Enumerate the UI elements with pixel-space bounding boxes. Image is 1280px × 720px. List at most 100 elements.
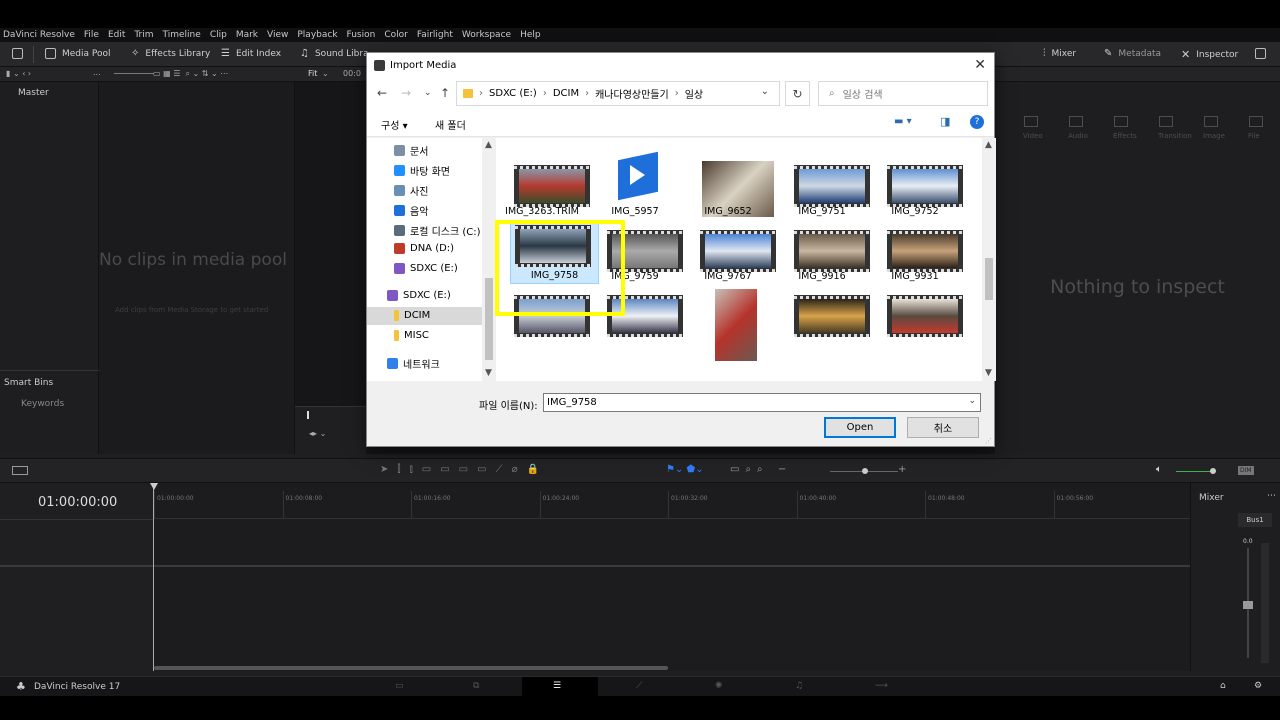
file-tile[interactable] (682, 271, 774, 361)
help-icon[interactable]: ? (970, 115, 984, 129)
menu-3[interactable]: Trim (134, 30, 153, 40)
color-page-icon[interactable]: ✺ (715, 681, 723, 691)
nav-item-network-icon[interactable]: 네트워크 (387, 356, 440, 371)
master-bin[interactable]: Master (18, 88, 49, 98)
sound-library-button[interactable]: ♫ Sound Libra (300, 48, 369, 59)
refresh-icon[interactable]: ↻ (785, 81, 810, 106)
metadata-button[interactable]: ✎ Metadata (1104, 48, 1161, 59)
speaker-icon[interactable]: 🔈︎ (1156, 464, 1162, 475)
timeline[interactable]: 01:00:00:00 01:00:00:00 01:00:08:00 01:00:… (0, 483, 1190, 671)
preview-pane-icon[interactable]: ◨ (940, 115, 950, 128)
edit-index-button[interactable]: ☰ Edit Index (221, 48, 281, 59)
menu-1[interactable]: File (84, 30, 99, 40)
nav-item-document-icon[interactable]: 문서 (394, 143, 428, 158)
dim-button[interactable]: DIM (1238, 466, 1254, 475)
cut-page-icon[interactable]: ⧉ (473, 681, 479, 691)
playhead[interactable] (153, 483, 154, 671)
zoom-slider-knob[interactable] (862, 468, 868, 474)
edit-tools-icons[interactable]: ➤⫿⫾▭▭▭▭⟋⌀🔒 (380, 464, 548, 475)
cancel-button[interactable]: 취소 (907, 417, 979, 438)
new-folder-button[interactable]: 새 폴더 (435, 117, 466, 132)
breadcrumb-item[interactable]: 일상 (685, 86, 703, 101)
menu-13[interactable]: Help (520, 30, 541, 40)
filename-input[interactable]: IMG_9758 ⌄ (543, 393, 981, 412)
gear-icon[interactable]: ⚙ (1254, 681, 1262, 691)
breadcrumb-item[interactable]: DCIM (553, 88, 579, 99)
menu-9[interactable]: Fusion (347, 30, 376, 40)
files-scroll-thumb[interactable] (985, 258, 993, 300)
close-icon[interactable]: ✕ (974, 57, 986, 73)
deliver-page-icon[interactable]: ⟶ (875, 681, 888, 691)
breadcrumb-item[interactable]: 캐나다영상만들기 (595, 86, 669, 101)
menu-8[interactable]: Playback (297, 30, 337, 40)
toggle-right-panel[interactable] (1255, 48, 1266, 59)
breadcrumb-item[interactable]: SDXC (E:) (489, 88, 537, 99)
zoom-slider[interactable] (114, 73, 154, 74)
menu-4[interactable]: Timeline (163, 30, 201, 40)
inspector-tab-icon[interactable] (1249, 116, 1263, 127)
keywords-bin[interactable]: Keywords (21, 399, 64, 409)
fusion-page-icon[interactable]: ⟋ (636, 681, 642, 691)
view-options-icon[interactable]: ▬ ▾ (894, 116, 912, 127)
forward-arrow-icon[interactable]: → (401, 86, 411, 100)
nav-item-desktop-icon[interactable]: 바탕 화면 (394, 163, 450, 178)
resize-grip-icon[interactable]: ⋰ (985, 437, 992, 445)
view-icons[interactable]: ▮ ⌄ ‹ › (6, 69, 31, 78)
nav-item-disk-icon[interactable]: 로컬 디스크 (C:) (394, 223, 481, 238)
fader-knob[interactable] (1243, 601, 1253, 609)
volume-knob[interactable] (1210, 468, 1216, 474)
edit-page-icon[interactable]: ☰ (553, 681, 561, 691)
chevron-down-icon[interactable]: ⌄ (322, 69, 329, 78)
nav-item-pictures-icon[interactable]: 사진 (394, 183, 428, 198)
inspector-tab-effects[interactable]: Effects (1113, 132, 1137, 140)
home-icon[interactable]: ⌂ (1220, 681, 1226, 691)
media-page-icon[interactable]: ▭ (395, 681, 404, 691)
playhead-handle[interactable] (150, 483, 158, 490)
nav-item-sdcard-icon[interactable]: SDXC (E:) (387, 290, 451, 301)
open-button[interactable]: Open (824, 417, 896, 438)
inspector-button[interactable]: ✕ Inspector (1181, 48, 1238, 61)
file-tile[interactable] (869, 271, 963, 349)
breadcrumb-chevron-icon[interactable]: › (543, 88, 547, 99)
flag-icon[interactable]: ⚑⌄ ⬟⌄ (666, 464, 704, 475)
menu-2[interactable]: Edit (108, 30, 125, 40)
search-input[interactable]: ⌕ 일상 검색 (818, 81, 988, 106)
zoom-icons[interactable]: ▭⌕⌕ − (730, 464, 792, 475)
mixer-button[interactable]: ⫶ Mixer (1043, 48, 1076, 59)
media-pool-area[interactable]: No clips in media pool Add clips from Me… (99, 82, 295, 454)
menu-0[interactable]: DaVinci Resolve (3, 30, 75, 40)
breadcrumb-chevron-icon[interactable]: › (675, 88, 679, 99)
inspector-tab-transition[interactable]: Transition (1158, 132, 1192, 140)
menu-11[interactable]: Fairlight (417, 30, 453, 40)
timeline-view-icon[interactable] (12, 466, 28, 475)
mixer-more-icon[interactable]: ⋯ (1267, 491, 1276, 501)
nav-item-sdcard-icon[interactable]: SDXC (E:) (394, 263, 458, 274)
inspector-tab-icon[interactable] (1024, 116, 1038, 127)
timeline-scrollbar[interactable] (154, 666, 668, 670)
organize-menu[interactable]: 구성 ▾ (381, 117, 408, 132)
menu-5[interactable]: Clip (210, 30, 227, 40)
panel-toggle[interactable] (12, 48, 23, 59)
nav-item-drive-icon[interactable]: DNA (D:) (394, 243, 454, 254)
inspector-tab-file[interactable]: File (1248, 132, 1260, 140)
menu-7[interactable]: View (267, 30, 288, 40)
file-tile[interactable] (776, 271, 870, 349)
breadcrumb-chevron-icon[interactable]: › (585, 88, 589, 99)
nav-scrollbar[interactable]: ▲ ▼ (482, 138, 496, 381)
nav-item-music-icon[interactable]: 음악 (394, 203, 428, 218)
media-pool-button[interactable]: Media Pool (45, 48, 111, 59)
nav-item-folder-icon[interactable]: MISC (394, 330, 429, 341)
up-arrow-icon[interactable]: ↑ (440, 86, 450, 100)
inspector-tab-icon[interactable] (1069, 116, 1083, 127)
view-mode-icons[interactable]: ▭ ▦ ☰ ⌕ ⌄ ⇅ ⌄ ⋯ (153, 69, 228, 79)
menu-6[interactable]: Mark (236, 30, 258, 40)
inspector-tab-icon[interactable] (1204, 116, 1218, 127)
inspector-tab-video[interactable]: Video (1023, 132, 1043, 140)
files-scrollbar[interactable]: ▲ ▼ (982, 138, 996, 381)
nav-scroll-thumb[interactable] (485, 278, 493, 360)
file-tile[interactable]: IMG_3263.TRIM (496, 141, 590, 219)
zoom-in-icon[interactable]: + (898, 464, 906, 475)
recent-chevron-icon[interactable]: ⌄ (424, 88, 432, 98)
menu-12[interactable]: Workspace (462, 30, 511, 40)
effects-library-button[interactable]: ✧ Effects Library (131, 48, 210, 59)
